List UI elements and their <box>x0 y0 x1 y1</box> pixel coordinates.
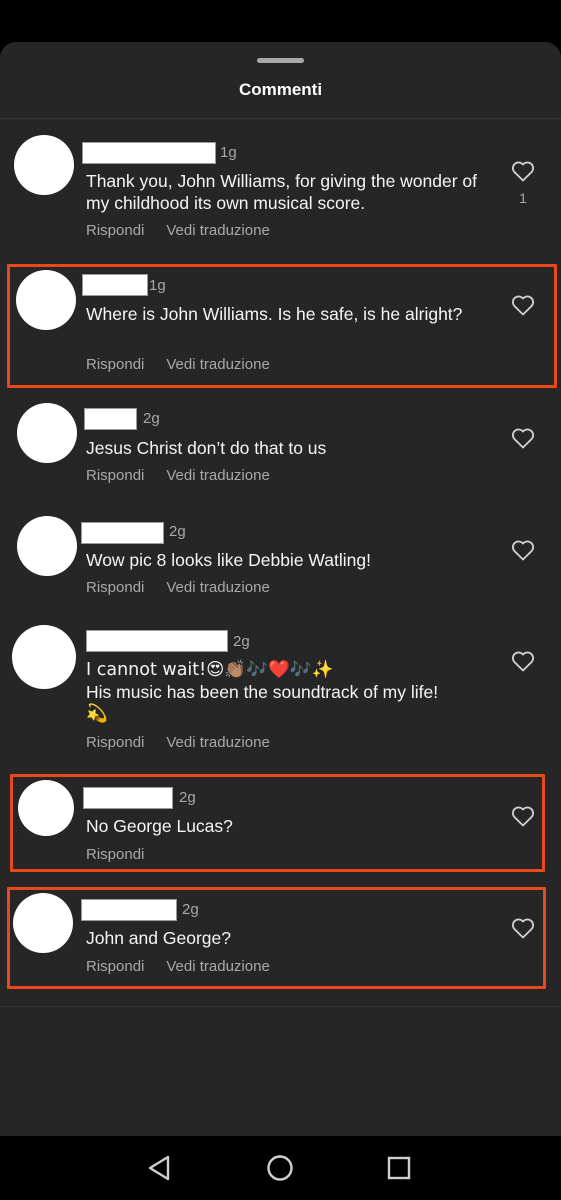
see-translation-button[interactable]: Vedi traduzione <box>166 958 269 975</box>
heart-outline-icon[interactable] <box>511 917 535 939</box>
comment-item: 2g Jesus Christ don’t do that to us Risp… <box>0 403 561 493</box>
comment-text: Wow pic 8 looks like Debbie Watling! <box>86 550 371 570</box>
avatar[interactable] <box>12 625 76 689</box>
square-recents-icon[interactable] <box>383 1152 415 1184</box>
comment-text: I cannot wait!😍👏🏽🎶❤️🎶✨ His music has bee… <box>86 659 506 725</box>
heart-outline-icon[interactable] <box>511 650 535 672</box>
avatar[interactable] <box>13 893 73 953</box>
redacted-username[interactable] <box>81 522 164 544</box>
avatar[interactable] <box>14 135 74 195</box>
reply-button[interactable]: Rispondi <box>86 222 144 239</box>
see-translation-button[interactable]: Vedi traduzione <box>166 579 269 596</box>
redacted-username[interactable] <box>82 274 148 296</box>
heart-outline-icon[interactable] <box>511 805 535 827</box>
status-bar <box>0 0 561 42</box>
redacted-username[interactable] <box>86 630 228 652</box>
reply-button[interactable]: Rispondi <box>86 579 144 596</box>
comment-time: 1g <box>220 144 237 161</box>
redacted-username[interactable] <box>84 408 137 430</box>
sheet-title: Commenti <box>238 80 323 99</box>
redacted-username[interactable] <box>82 142 216 164</box>
redacted-username[interactable] <box>81 899 177 921</box>
reply-button[interactable]: Rispondi <box>86 846 144 863</box>
comment-text-line: 💫 <box>86 704 108 724</box>
avatar[interactable] <box>18 780 74 836</box>
comment-text: Jesus Christ don’t do that to us <box>86 438 327 458</box>
see-translation-button[interactable]: Vedi traduzione <box>166 222 269 239</box>
redacted-username[interactable] <box>83 787 173 809</box>
circle-home-icon[interactable] <box>264 1152 296 1184</box>
see-translation-button[interactable]: Vedi traduzione <box>166 356 269 373</box>
divider <box>0 1006 561 1007</box>
comment-time: 2g <box>182 901 199 918</box>
comment-item: 1g Where is John Williams. Is he safe, i… <box>0 268 561 378</box>
triangle-back-icon[interactable] <box>144 1152 176 1184</box>
avatar[interactable] <box>17 403 77 463</box>
comment-item: 1g Thank you, John Williams, for giving … <box>0 133 561 253</box>
comment-text: John and George? <box>86 928 231 948</box>
comment-time: 2g <box>233 633 250 650</box>
comment-item: 2g I cannot wait!😍👏🏽🎶❤️🎶✨ His music has … <box>0 623 561 758</box>
comment-text-line: His music has been the soundtrack of my … <box>86 682 439 702</box>
avatar[interactable] <box>16 270 76 330</box>
heart-outline-icon[interactable] <box>511 427 535 449</box>
system-nav-bar <box>0 1136 561 1200</box>
see-translation-button[interactable]: Vedi traduzione <box>166 734 269 751</box>
reply-button[interactable]: Rispondi <box>86 734 144 751</box>
heart-outline-icon[interactable] <box>511 539 535 561</box>
see-translation-button[interactable]: Vedi traduzione <box>166 467 269 484</box>
comment-text: Thank you, John Williams, for giving the… <box>86 171 478 213</box>
divider <box>0 118 561 119</box>
reply-button[interactable]: Rispondi <box>86 467 144 484</box>
reply-button[interactable]: Rispondi <box>86 356 144 373</box>
reply-button[interactable]: Rispondi <box>86 958 144 975</box>
comment-time: 2g <box>169 523 186 540</box>
avatar[interactable] <box>17 516 77 576</box>
comment-time: 1g <box>149 277 166 294</box>
heart-outline-icon[interactable] <box>511 294 535 316</box>
comment-time: 2g <box>143 410 160 427</box>
comment-time: 2g <box>179 789 196 806</box>
comment-item: 2g Wow pic 8 looks like Debbie Watling! … <box>0 516 561 606</box>
comment-text: No George Lucas? <box>86 816 233 836</box>
comment-text: Where is John Williams. Is he safe, is h… <box>86 304 463 324</box>
heart-outline-icon[interactable] <box>511 160 535 182</box>
comment-item: 2g No George Lucas? Rispondi <box>0 779 561 869</box>
comment-text-line: I cannot wait!😍👏🏽🎶❤️🎶✨ <box>86 660 334 680</box>
comment-item: 2g John and George? Rispondi Vedi traduz… <box>0 892 561 982</box>
like-count: 1 <box>519 190 527 206</box>
sheet-drag-handle[interactable] <box>257 58 304 63</box>
